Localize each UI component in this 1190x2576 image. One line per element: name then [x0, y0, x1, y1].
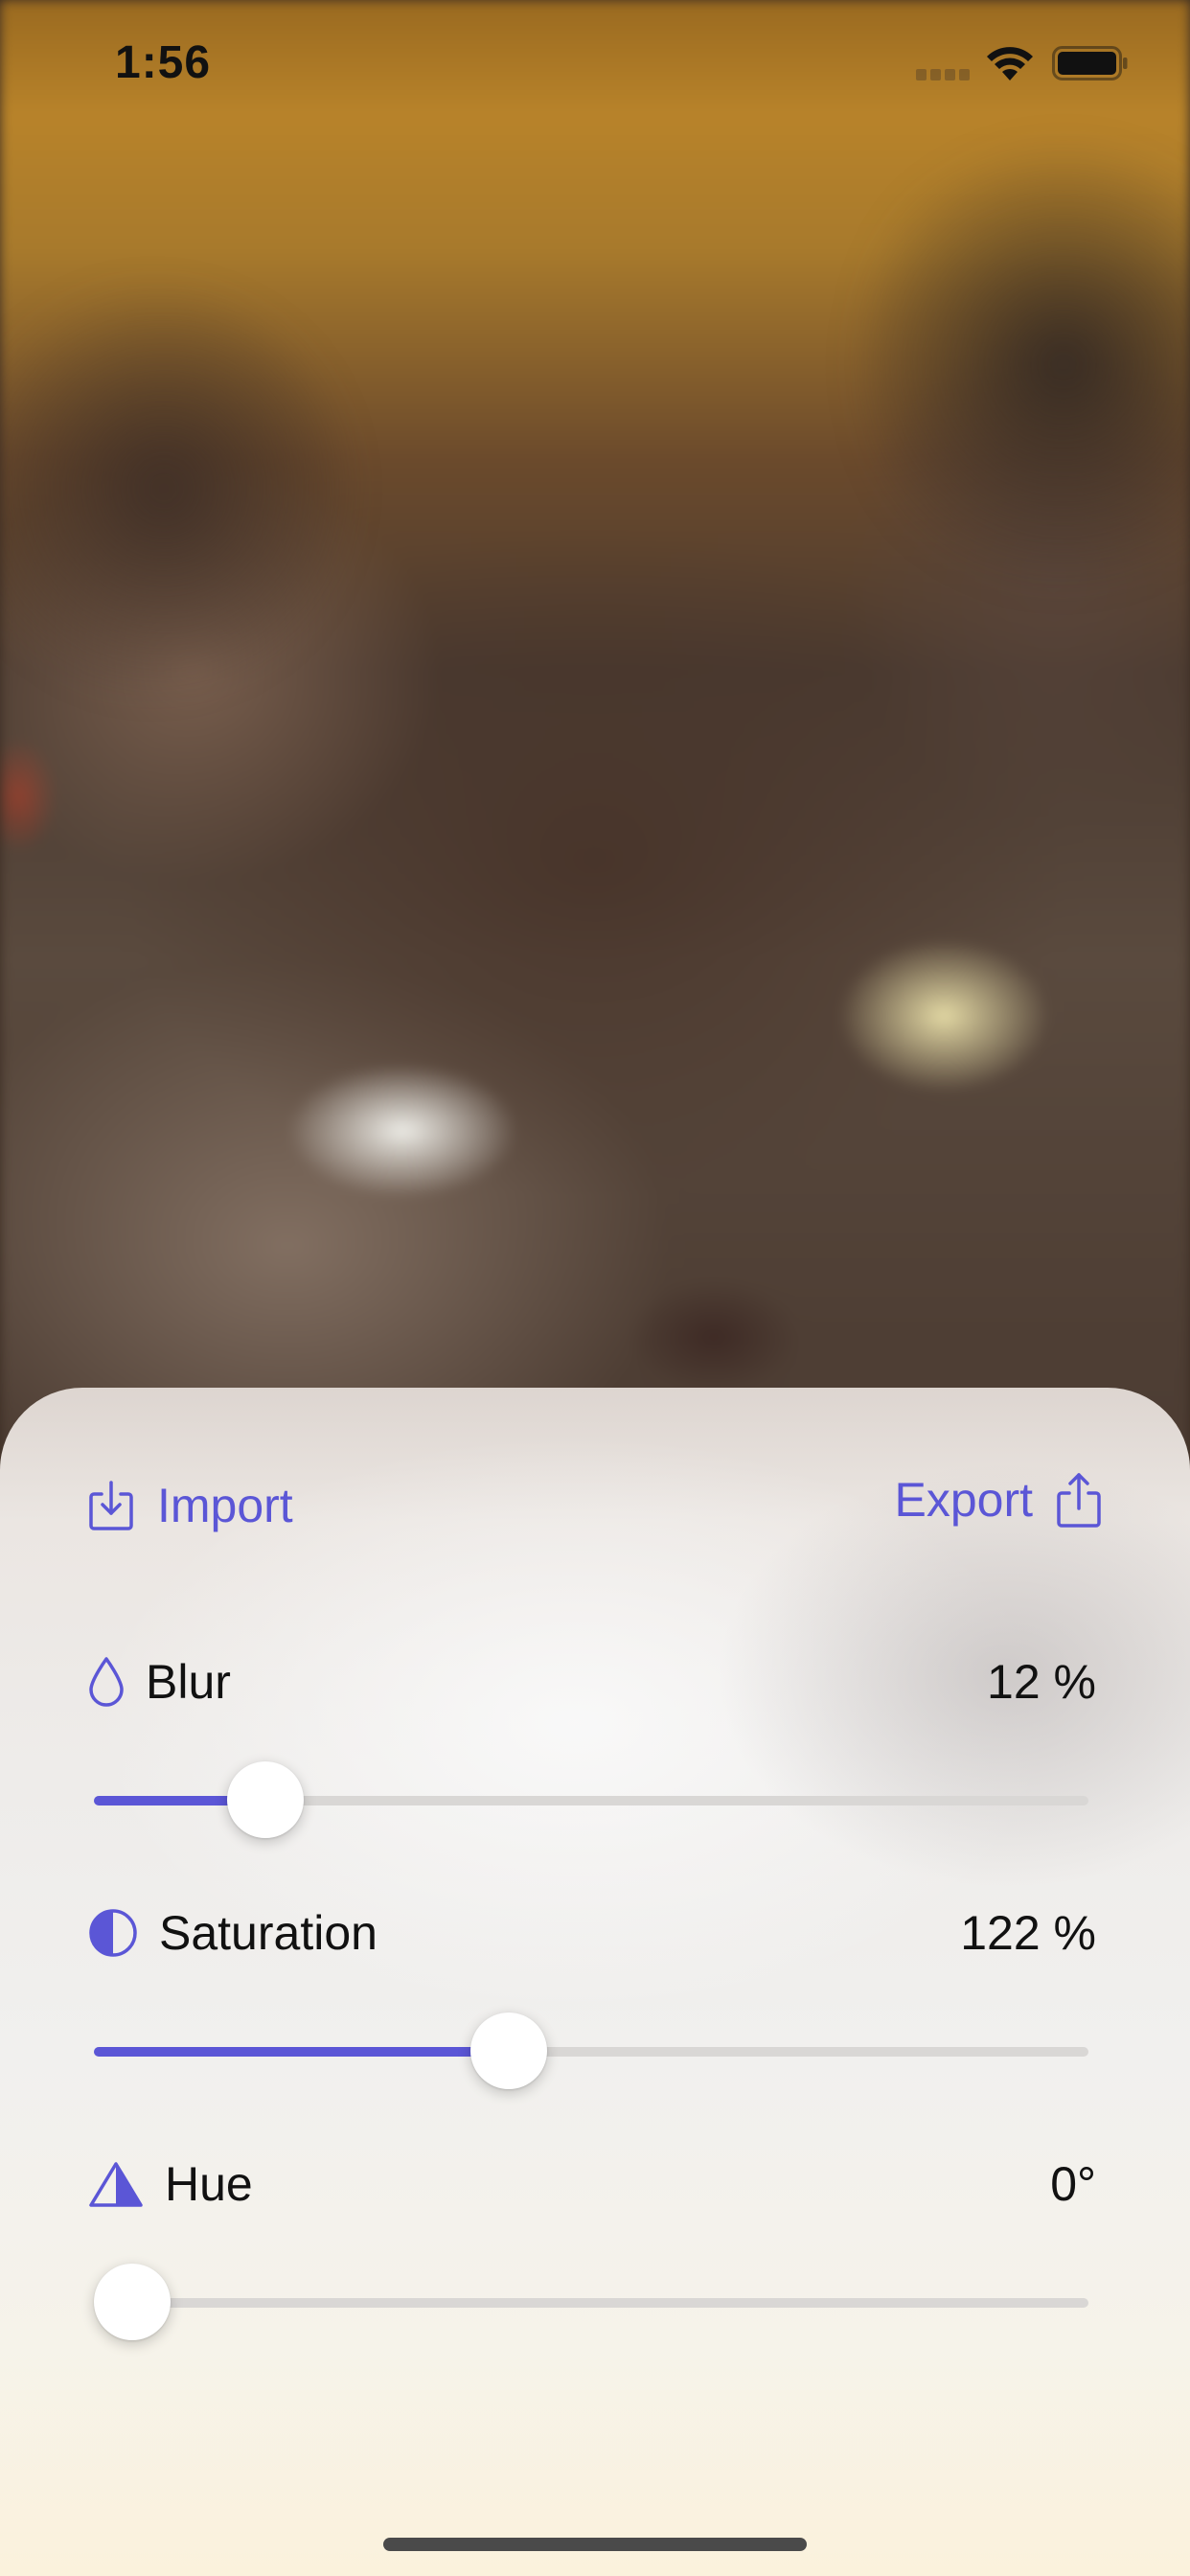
- adjustments-sheet: Import Export Blur 12 % Saturation 122 %…: [0, 1388, 1190, 2576]
- saturation-control: Saturation 122 %: [88, 1899, 1096, 2129]
- cellular-signal-icon: [916, 69, 970, 80]
- hue-slider-thumb[interactable]: [94, 2264, 171, 2340]
- import-button[interactable]: Import: [88, 1478, 293, 1533]
- saturation-slider[interactable]: [94, 2012, 1088, 2089]
- sheet-toolbar: Import Export: [0, 1388, 1190, 1618]
- export-label: Export: [894, 1473, 1033, 1527]
- hue-slider[interactable]: [94, 2264, 1088, 2340]
- drop-icon: [89, 1657, 124, 1707]
- hue-label-group: Hue: [88, 2150, 253, 2218]
- hue-control: Hue 0°: [88, 2150, 1096, 2380]
- saturation-label-group: Saturation: [88, 1899, 378, 1966]
- status-time: 1:56: [115, 37, 212, 88]
- hue-triangle-icon: [89, 2162, 143, 2207]
- home-indicator[interactable]: [383, 2538, 807, 2551]
- hue-value: 0°: [1050, 2157, 1096, 2211]
- screen: 1:56 Import Export Blur 12 % Saturation …: [0, 0, 1190, 2576]
- import-label: Import: [157, 1479, 293, 1532]
- blur-control: Blur 12 %: [88, 1648, 1096, 1878]
- saturation-value: 122 %: [960, 1906, 1096, 1960]
- blur-value: 12 %: [987, 1655, 1096, 1709]
- saturation-slider-fill: [94, 2047, 509, 2057]
- battery-icon: [1052, 46, 1128, 80]
- saturation-label: Saturation: [159, 1906, 378, 1960]
- blur-label: Blur: [146, 1655, 231, 1709]
- blur-label-group: Blur: [88, 1648, 231, 1715]
- export-button[interactable]: Export: [894, 1472, 1102, 1528]
- share-icon: [1057, 1473, 1101, 1528]
- saturation-slider-thumb[interactable]: [469, 2012, 547, 2089]
- blur-slider-thumb[interactable]: [226, 1761, 304, 1838]
- contrast-icon: [89, 1909, 137, 1957]
- hue-label: Hue: [165, 2157, 253, 2211]
- hue-slider-track: [94, 2298, 1088, 2308]
- import-icon: [89, 1481, 133, 1530]
- status-bar: 1:56: [0, 0, 1190, 134]
- blur-slider[interactable]: [94, 1761, 1088, 1838]
- wifi-icon: [987, 47, 1033, 80]
